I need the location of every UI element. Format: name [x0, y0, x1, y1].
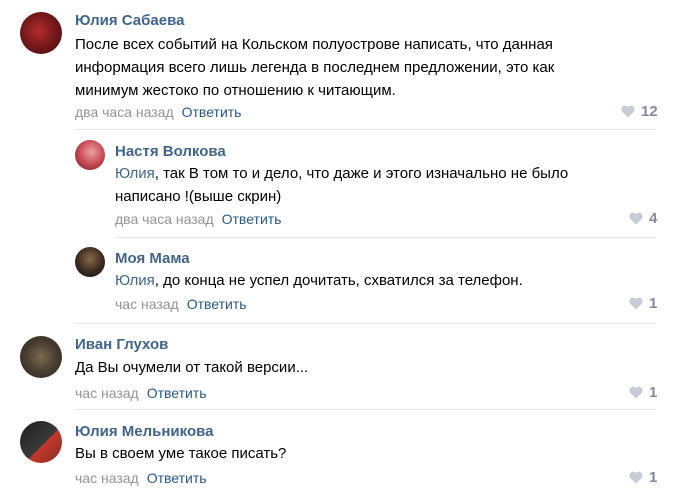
like-count: 12: [641, 103, 658, 120]
like-button[interactable]: 4: [629, 210, 657, 227]
comment-meta: час назад Ответить: [115, 296, 247, 312]
comment-time[interactable]: два часа назад: [115, 211, 214, 227]
like-count: 1: [649, 469, 658, 486]
comment-item: Иван Глухов Да Вы очумели от такой верси…: [0, 324, 681, 410]
comment-meta: два часа назад Ответить: [115, 211, 281, 227]
comment-text: Юлия, так В том то и дело, что даже и эт…: [115, 162, 635, 208]
comment-item: Юлия Сабаева После всех событий на Кольс…: [0, 0, 681, 130]
comment-time[interactable]: час назад: [75, 385, 139, 401]
comment-text-body: , до конца не успел дочитать, схватился …: [154, 272, 523, 289]
comment-author[interactable]: Настя Волкова: [115, 143, 226, 160]
like-button[interactable]: 1: [629, 295, 657, 312]
comment-meta: два часа назад Ответить: [75, 104, 241, 120]
reply-button[interactable]: Ответить: [182, 104, 242, 120]
heart-icon: [629, 471, 643, 484]
comment-author[interactable]: Юлия Мельникова: [75, 423, 213, 440]
like-count: 4: [649, 210, 658, 227]
like-button[interactable]: 1: [629, 384, 657, 401]
avatar[interactable]: [75, 140, 105, 170]
comment-author[interactable]: Моя Мама: [115, 250, 190, 267]
heart-icon: [629, 297, 643, 310]
comment-text-body: , так В том то и дело, что даже и этого …: [115, 165, 569, 205]
comment-text: Да Вы очумели от такой версии...: [75, 359, 309, 376]
comment-text: После всех событий на Кольском полуостро…: [75, 36, 555, 99]
comment-time[interactable]: час назад: [115, 296, 179, 312]
avatar[interactable]: [20, 12, 62, 54]
avatar[interactable]: [75, 247, 105, 277]
mention-link[interactable]: Юлия: [115, 165, 155, 182]
comment-author[interactable]: Юлия Сабаева: [75, 12, 184, 29]
comment-meta: час назад Ответить: [75, 385, 207, 401]
like-button[interactable]: 1: [629, 469, 657, 486]
comment-item: Юлия Мельникова Вы в своем уме такое пис…: [0, 410, 681, 492]
avatar[interactable]: [20, 336, 62, 378]
mention-link[interactable]: Юлия: [115, 272, 155, 289]
comment-text: Юлия, до конца не успел дочитать, схвати…: [115, 269, 635, 292]
heart-icon: [621, 105, 635, 118]
comment-meta: час назад Ответить: [75, 470, 207, 486]
like-button[interactable]: 12: [621, 103, 658, 120]
comment-text: Вы в своем уме такое писать?: [75, 445, 287, 462]
comment-item: Настя Волкова Юлия, так В том то и дело,…: [0, 130, 681, 237]
comment-author[interactable]: Иван Глухов: [75, 336, 168, 353]
reply-button[interactable]: Ответить: [147, 385, 207, 401]
reply-button[interactable]: Ответить: [187, 296, 247, 312]
like-count: 1: [649, 384, 658, 401]
heart-icon: [629, 386, 643, 399]
reply-button[interactable]: Ответить: [147, 470, 207, 486]
comment-time[interactable]: два часа назад: [75, 104, 174, 120]
heart-icon: [629, 212, 643, 225]
avatar[interactable]: [20, 421, 62, 463]
like-count: 1: [649, 295, 658, 312]
comment-item: Моя Мама Юлия, до конца не успел дочитат…: [0, 238, 681, 324]
reply-button[interactable]: Ответить: [222, 211, 282, 227]
comment-time[interactable]: час назад: [75, 470, 139, 486]
